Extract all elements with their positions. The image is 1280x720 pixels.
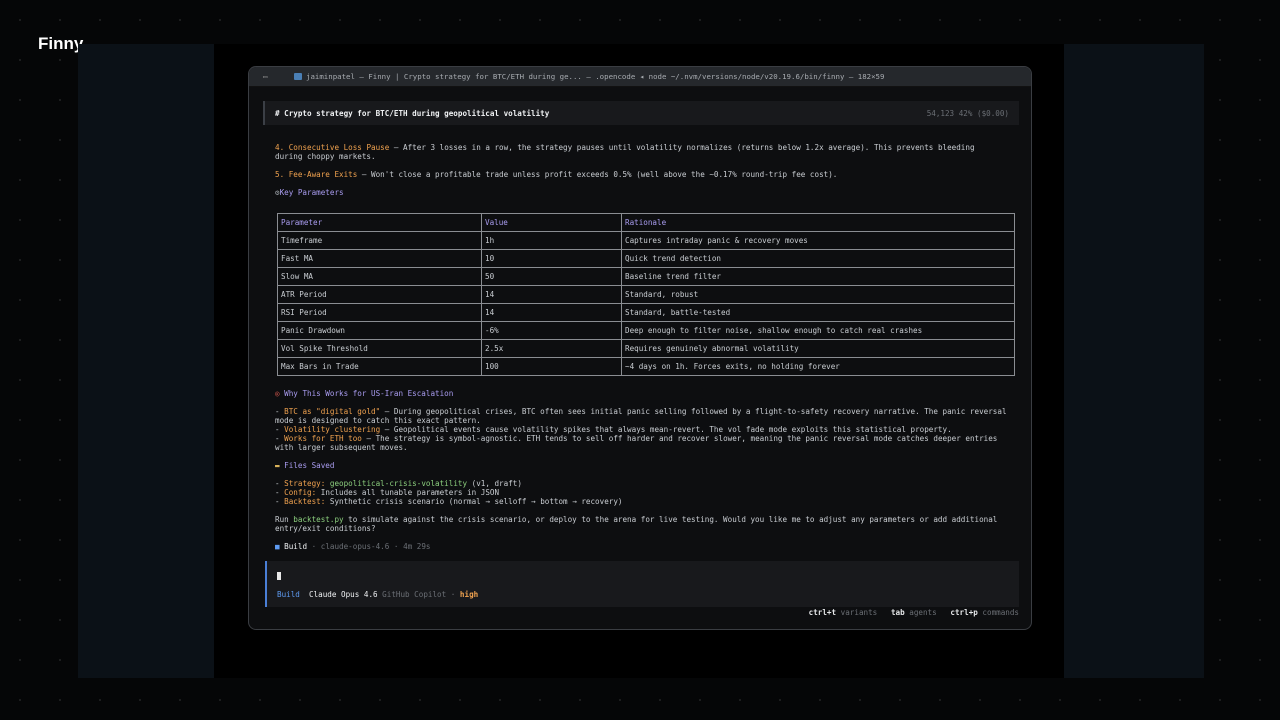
why-heading: ◎ Why This Works for US-Iran Escalation <box>275 389 454 398</box>
list-item: - Strategy: geopolitical-crisis-volatili… <box>275 479 522 488</box>
list-item: - Config: Includes all tunable parameter… <box>275 488 500 497</box>
list-item: - Works for ETH too — The strategy is sy… <box>275 434 998 452</box>
window-title: jaiminpatel — Finny | Crypto strategy fo… <box>306 72 885 81</box>
left-panel <box>78 44 214 678</box>
target-icon: ◎ <box>275 389 280 398</box>
keyboard-hints: ctrl+t variants tab agents ctrl+p comman… <box>808 608 1019 617</box>
files-heading: ▬ Files Saved <box>275 461 335 470</box>
list-item: 4. Consecutive Loss Pause — After 3 loss… <box>275 143 975 161</box>
item-name: Consecutive Loss Pause <box>288 143 390 152</box>
tab-overview-icon[interactable]: ▭ <box>263 72 278 81</box>
folder-icon <box>294 73 302 80</box>
square-icon: ■ <box>275 542 280 551</box>
key-params-heading: ⚙Key Parameters <box>275 188 344 197</box>
list-item: - BTC as "digital gold" — During geopoli… <box>275 407 1007 425</box>
app-logo: Finny <box>38 34 84 53</box>
why-section: ◎ Why This Works for US-Iran Escalation … <box>275 389 1011 551</box>
list-item: 5. Fee-Aware Exits — Won't close a profi… <box>275 170 838 179</box>
text-cursor <box>277 572 281 580</box>
terminal-window[interactable]: ▭ jaiminpatel — Finny | Crypto strategy … <box>248 66 1032 630</box>
table-row: ATR Period 14 Standard, robust <box>277 285 1015 304</box>
table-row: Vol Spike Threshold 2.5x Requires genuinel… <box>277 339 1015 358</box>
table-row: Timeframe 1h Captures intraday panic & rec… <box>277 231 1015 250</box>
table-row: RSI Period 14 Standard, battle-tested <box>277 303 1015 322</box>
prompt-input[interactable]: Build Claude Opus 4.6 GitHub Copilot · h… <box>265 561 1019 607</box>
session-header: # Crypto strategy for BTC/ETH during geo… <box>263 101 1019 125</box>
model-selector[interactable]: Build Claude Opus 4.6 GitHub Copilot · h… <box>277 590 478 599</box>
table-row: Max Bars in Trade 100 ~4 days on 1h. Force… <box>277 357 1015 376</box>
token-stats: 54,123 42% ($0.00) <box>926 108 1009 118</box>
folder-icon: ▬ <box>275 461 280 470</box>
session-title: # Crypto strategy for BTC/ETH during geo… <box>275 108 550 118</box>
table-row: Panic Drawdown -6% Deep enough to filter n… <box>277 321 1015 340</box>
run-instructions: Run backtest.py to simulate against the … <box>275 515 998 533</box>
build-status: ■ Build · claude-opus-4.6 · 4m 29s <box>275 542 431 551</box>
table-row: Slow MA 50 Baseline trend filter <box>277 267 1015 286</box>
list-item: - Backtest: Synthetic crisis scenario (n… <box>275 497 623 506</box>
table-row: Fast MA 10 Quick trend detection <box>277 249 1015 268</box>
item-name: Fee-Aware Exits <box>288 170 358 179</box>
terminal-titlebar[interactable]: ▭ jaiminpatel — Finny | Crypto strategy … <box>249 67 1031 87</box>
table-header-row: Parameter Value Rationale <box>277 213 1015 232</box>
list-item: - Volatility clustering — Geopolitical e… <box>275 425 952 434</box>
right-panel <box>1064 44 1204 678</box>
parameters-table: Parameter Value Rationale Timeframe 1h Cap… <box>277 213 1015 376</box>
